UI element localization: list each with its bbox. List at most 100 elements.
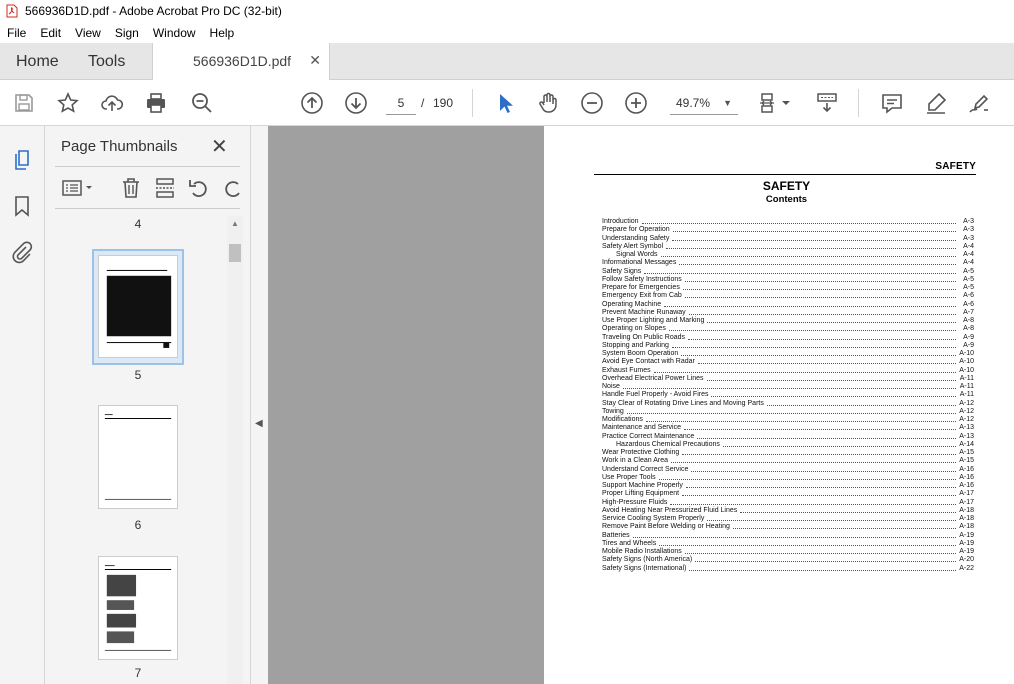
toc-entry[interactable]: Work in a Clean Area A-15 bbox=[602, 457, 974, 465]
zoom-search-icon[interactable] bbox=[190, 91, 214, 115]
page-fit-icon[interactable] bbox=[758, 91, 794, 115]
toc-entry[interactable]: Exhaust Fumes A-10 bbox=[602, 367, 974, 375]
toc-entry[interactable]: Traveling On Public Roads A-9 bbox=[602, 334, 974, 342]
zoom-in-icon[interactable] bbox=[624, 91, 648, 115]
save-icon[interactable] bbox=[12, 91, 36, 115]
collapse-left-icon[interactable]: ◀ bbox=[255, 418, 263, 429]
menu-sign[interactable]: Sign bbox=[108, 26, 146, 40]
thumbnail-options-icon[interactable] bbox=[61, 176, 97, 200]
menu-window[interactable]: Window bbox=[146, 26, 203, 40]
toc-entry[interactable]: Handle Fuel Properly - Avoid Fires A-11 bbox=[602, 391, 974, 399]
thumbnail-page-7[interactable] bbox=[98, 556, 178, 660]
toc-entry[interactable]: Avoid Eye Contact with Radar A-10 bbox=[602, 358, 974, 366]
current-page-input[interactable]: 5 bbox=[386, 91, 416, 115]
scroll-up-arrow-icon[interactable]: ▲ bbox=[227, 216, 243, 232]
toc-entry[interactable]: Introduction A-3 bbox=[602, 218, 974, 226]
toc-entry[interactable]: Understand Correct Service A-16 bbox=[602, 466, 974, 474]
toc-entry[interactable]: System Boom Operation A-10 bbox=[602, 350, 974, 358]
page-thumbnails-icon[interactable] bbox=[10, 148, 34, 172]
thumbnail-page-5[interactable] bbox=[98, 255, 178, 358]
bookmark-star-icon[interactable] bbox=[56, 91, 80, 115]
thumbnail-page-6[interactable] bbox=[98, 405, 178, 509]
toc-entry[interactable]: Safety Signs A-5 bbox=[602, 268, 974, 276]
toc-dot-leader bbox=[706, 375, 956, 381]
bookmark-icon[interactable] bbox=[10, 194, 34, 218]
toc-entry[interactable]: Proper Lifting Equipment A-17 bbox=[602, 490, 974, 498]
toc-entry[interactable]: Safety Alert Symbol A-4 bbox=[602, 243, 974, 251]
toc-entry[interactable]: Prepare for Operation A-3 bbox=[602, 226, 974, 234]
toc-entry[interactable]: Informational Messages A-4 bbox=[602, 259, 974, 267]
previous-page-icon[interactable] bbox=[300, 91, 324, 115]
toc-entry[interactable]: Stopping and Parking A-9 bbox=[602, 342, 974, 350]
toc-entry[interactable]: Tires and Wheels A-19 bbox=[602, 540, 974, 548]
close-panel-icon[interactable]: ✕ bbox=[211, 134, 228, 159]
toc-entry[interactable]: Avoid Heating Near Pressurized Fluid Lin… bbox=[602, 507, 974, 515]
toc-entry-page: A-19 bbox=[959, 539, 974, 547]
toc-entry[interactable]: Remove Paint Before Welding or Heating A-… bbox=[602, 523, 974, 531]
toc-entry[interactable]: High-Pressure Fluids A-17 bbox=[602, 499, 974, 507]
toc-entry-page: A-18 bbox=[959, 523, 974, 531]
attachment-paperclip-icon[interactable] bbox=[10, 240, 34, 264]
toc-entry[interactable]: Prevent Machine Runaway A-7 bbox=[602, 309, 974, 317]
toc-entry[interactable]: Emergency Exit from Cab A-6 bbox=[602, 292, 974, 300]
toc-entry[interactable]: Safety Signs (International) A-22 bbox=[602, 565, 974, 573]
toc-entry[interactable]: Wear Protective Clothing A-15 bbox=[602, 449, 974, 457]
rotate-clockwise-icon[interactable] bbox=[221, 176, 245, 200]
toc-entry[interactable]: Operating Machine A-6 bbox=[602, 301, 974, 309]
close-tab-icon[interactable]: ✕ bbox=[309, 52, 321, 69]
menu-file[interactable]: File bbox=[0, 26, 33, 40]
panel-collapse-strip[interactable]: ◀ bbox=[251, 126, 268, 684]
toc-entry-page: A-12 bbox=[959, 416, 974, 423]
toc-entry[interactable]: Practice Correct Maintenance A-13 bbox=[602, 433, 974, 441]
toc-entry-page: A-9 bbox=[963, 333, 974, 341]
toc-entry[interactable]: Maintenance and Service A-13 bbox=[602, 424, 974, 432]
toc-entry[interactable]: Batteries A-19 bbox=[602, 532, 974, 540]
toc-entry[interactable]: Service Cooling System Properly A-18 bbox=[602, 515, 974, 523]
table-of-contents: Introduction A-3 Prepare for Operation A-3 U… bbox=[602, 218, 974, 573]
print-icon[interactable] bbox=[144, 91, 168, 115]
toc-entry[interactable]: Signal Words A-4 bbox=[602, 251, 974, 259]
toc-entry[interactable]: Stay Clear of Rotating Drive Lines and M… bbox=[602, 400, 974, 408]
toc-dot-leader bbox=[679, 259, 956, 266]
toc-entry[interactable]: Towing A-12 bbox=[602, 408, 974, 416]
tab-document[interactable]: 566936D1D.pdf ✕ bbox=[152, 43, 330, 81]
next-page-icon[interactable] bbox=[344, 91, 368, 115]
toc-entry[interactable]: Prepare for Emergencies A-5 bbox=[602, 284, 974, 292]
toc-entry[interactable]: Use Proper Tools A-16 bbox=[602, 474, 974, 482]
toc-entry[interactable]: Overhead Electrical Power Lines A-11 bbox=[602, 375, 974, 383]
toc-dot-leader bbox=[707, 317, 956, 323]
toc-entry[interactable]: Mobile Radio Installations A-19 bbox=[602, 548, 974, 556]
toc-entry[interactable]: Hazardous Chemical Precautions A-14 bbox=[602, 441, 974, 449]
toc-entry[interactable]: Modifications A-12 bbox=[602, 416, 974, 424]
rotate-counterclockwise-icon[interactable] bbox=[187, 176, 211, 200]
highlight-pen-icon[interactable] bbox=[924, 91, 948, 115]
toc-entry[interactable]: Support Machine Properly A-16 bbox=[602, 482, 974, 490]
upload-cloud-icon[interactable] bbox=[100, 91, 124, 115]
zoom-out-icon[interactable] bbox=[580, 91, 604, 115]
menu-view[interactable]: View bbox=[68, 26, 108, 40]
thumbnails-scrollbar[interactable]: ▲ bbox=[227, 216, 243, 684]
menu-edit[interactable]: Edit bbox=[33, 26, 68, 40]
menu-help[interactable]: Help bbox=[203, 26, 242, 40]
toc-entry[interactable]: Safety Signs (North America) A-20 bbox=[602, 556, 974, 564]
toc-entry[interactable]: Noise A-11 bbox=[602, 383, 974, 391]
toc-entry[interactable]: Follow Safety Instructions A-5 bbox=[602, 276, 974, 284]
toc-entry[interactable]: Use Proper Lighting and Marking A-8 bbox=[602, 317, 974, 325]
scroll-mode-icon[interactable] bbox=[815, 91, 839, 115]
comment-icon[interactable] bbox=[880, 91, 904, 115]
sign-pen-icon[interactable] bbox=[967, 91, 991, 115]
toc-entry-title: Understand Correct Service bbox=[602, 465, 689, 473]
extract-pages-icon[interactable] bbox=[153, 176, 177, 200]
title-bar: 566936D1D.pdf - Adobe Acrobat Pro DC (32… bbox=[0, 0, 1014, 22]
scrollbar-thumb[interactable] bbox=[229, 244, 241, 262]
toc-entry[interactable]: Understanding Safety A-3 bbox=[602, 235, 974, 243]
select-cursor-icon[interactable] bbox=[493, 91, 517, 115]
toolbar-divider bbox=[858, 89, 859, 117]
toc-entry[interactable]: Operating on Slopes A-8 bbox=[602, 325, 974, 333]
zoom-level-select[interactable]: 49.7% ▼ bbox=[670, 91, 738, 115]
tab-home[interactable]: Home bbox=[16, 43, 59, 80]
delete-page-icon[interactable] bbox=[119, 176, 143, 200]
document-view[interactable]: SAFETY SAFETY Contents Introduction A-3 Pr… bbox=[268, 126, 1014, 684]
hand-tool-icon[interactable] bbox=[536, 91, 560, 115]
tab-tools[interactable]: Tools bbox=[88, 43, 125, 80]
